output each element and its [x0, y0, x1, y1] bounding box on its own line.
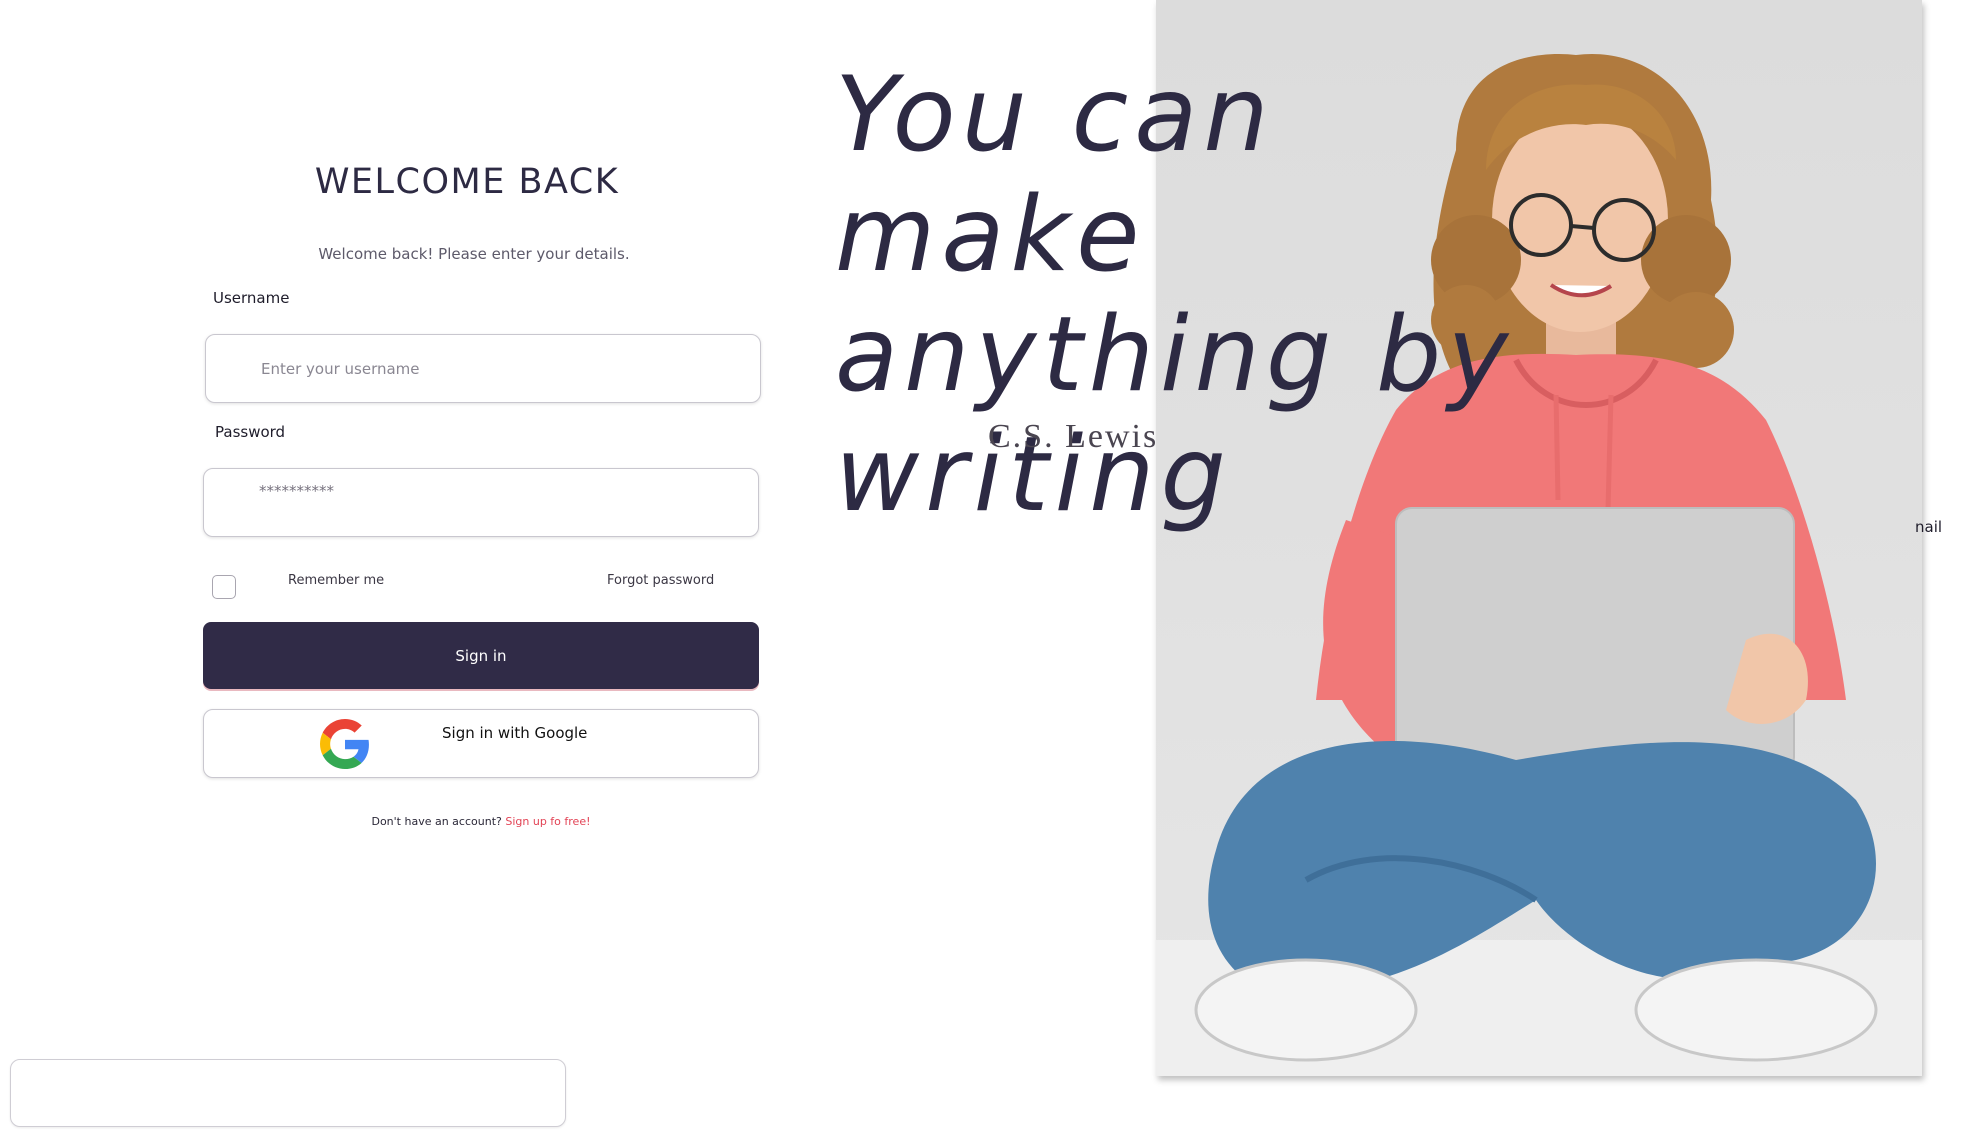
google-icon — [320, 719, 369, 769]
page-subtitle: Welcome back! Please enter your details. — [318, 245, 630, 263]
clipped-label: nail — [1915, 518, 1943, 536]
username-label: Username — [213, 289, 290, 307]
empty-input-box[interactable] — [10, 1059, 566, 1127]
signup-prompt-text: Don't have an account? — [371, 815, 502, 828]
hero-quote: You can make anything by writing — [835, 55, 1595, 535]
page-title: WELCOME BACK — [314, 162, 620, 202]
google-sign-in-label: Sign in with Google — [442, 724, 588, 742]
password-field[interactable] — [203, 457, 759, 537]
google-sign-in-button[interactable]: Sign in with Google — [203, 709, 759, 778]
remember-me-checkbox[interactable] — [212, 575, 236, 599]
quote-line: You can make — [835, 55, 1275, 295]
username-input[interactable] — [261, 335, 745, 402]
sign-in-button-label: Sign in — [455, 646, 507, 665]
quote-author: C.S. Lewis — [988, 418, 1159, 455]
quote-line: anything by — [835, 295, 1515, 415]
quote-line: writing — [835, 415, 1232, 535]
sign-in-button[interactable]: Sign in — [203, 622, 759, 689]
password-input[interactable] — [259, 457, 743, 524]
username-field[interactable] — [205, 334, 761, 403]
forgot-password-link[interactable]: Forgot password — [607, 573, 714, 588]
remember-me-label: Remember me — [288, 573, 385, 588]
password-label: Password — [215, 423, 286, 441]
signup-link[interactable]: Sign up fo free! — [505, 815, 590, 828]
signup-prompt: Don't have an account? Sign up fo free! — [0, 815, 962, 828]
